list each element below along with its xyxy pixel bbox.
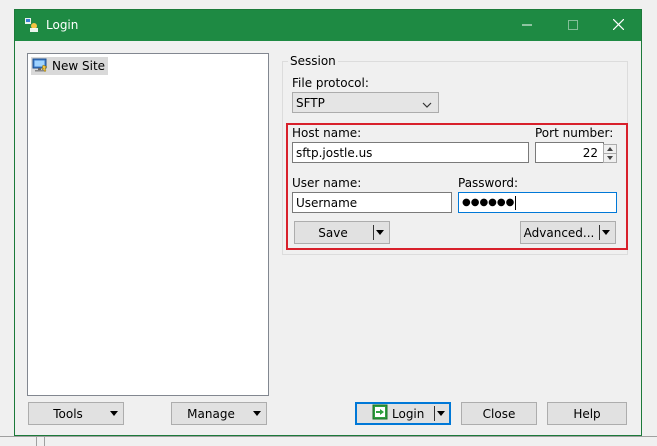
minimize-icon [522, 19, 532, 33]
session-group-label: Session [288, 54, 338, 68]
close-button[interactable]: Close [461, 402, 537, 425]
chevron-down-icon [422, 98, 432, 112]
advanced-button[interactable]: Advanced... [520, 221, 616, 244]
file-protocol-label: File protocol: [292, 76, 369, 90]
help-button[interactable]: Help [547, 402, 627, 425]
split-divider [434, 406, 435, 421]
tree-item-new-site[interactable]: New Site [31, 57, 109, 76]
host-name-value: sftp.jostle.us [296, 145, 373, 160]
tree-item-label: New Site [52, 59, 106, 73]
title-bar[interactable]: Login [15, 10, 641, 41]
maximize-icon [568, 19, 578, 33]
login-dialog: Login New Site Tools Manage Session File… [14, 9, 642, 436]
save-button[interactable]: Save [294, 221, 390, 244]
manage-button-label: Manage [187, 406, 235, 421]
user-name-label: User name: [292, 176, 362, 190]
port-number-label: Port number: [535, 126, 614, 140]
background-divider [36, 436, 37, 446]
maximize-button[interactable] [550, 10, 596, 41]
file-protocol-select[interactable]: SFTP [292, 92, 439, 113]
computer-icon [32, 57, 48, 76]
password-input[interactable]: ●●●●●● [458, 192, 617, 213]
password-value: ●●●●●● [462, 197, 515, 208]
tools-button-label: Tools [53, 406, 83, 421]
minimize-button[interactable] [504, 10, 550, 41]
login-icon [372, 404, 388, 423]
file-protocol-value: SFTP [296, 95, 325, 110]
spin-down-icon [607, 156, 613, 160]
chevron-down-icon [602, 230, 610, 235]
close-window-button[interactable] [595, 10, 641, 41]
background-divider [0, 436, 657, 437]
site-tree[interactable]: New Site [27, 53, 269, 396]
host-name-label: Host name: [292, 126, 362, 140]
spin-up-button[interactable] [603, 144, 617, 153]
spin-up-icon [607, 147, 613, 151]
chevron-down-icon [376, 230, 384, 235]
close-button-label: Close [482, 406, 516, 421]
port-number-input[interactable]: 22 [535, 142, 604, 163]
chevron-down-icon [253, 411, 261, 416]
split-divider [599, 225, 600, 240]
port-number-value: 22 [582, 145, 598, 160]
password-label: Password: [458, 176, 519, 190]
spin-down-button[interactable] [603, 153, 617, 163]
background-divider [44, 436, 45, 446]
window-title: Login [46, 18, 79, 32]
host-name-input[interactable]: sftp.jostle.us [292, 142, 529, 163]
user-name-input[interactable]: Username [292, 192, 452, 213]
help-button-label: Help [573, 406, 601, 421]
winscp-app-icon [24, 17, 40, 33]
port-number-spinner[interactable] [603, 144, 617, 163]
chevron-down-icon [110, 411, 118, 416]
advanced-button-label: Advanced... [523, 225, 595, 240]
close-icon [612, 18, 624, 33]
tools-button[interactable]: Tools [28, 402, 124, 425]
login-button-label: Login [392, 406, 425, 421]
login-button[interactable]: Login [355, 402, 451, 425]
user-name-value: Username [296, 195, 358, 210]
chevron-down-icon [437, 411, 445, 416]
save-button-label: Save [318, 225, 348, 240]
text-caret [515, 195, 517, 210]
split-divider [373, 225, 374, 240]
manage-button[interactable]: Manage [171, 402, 267, 425]
